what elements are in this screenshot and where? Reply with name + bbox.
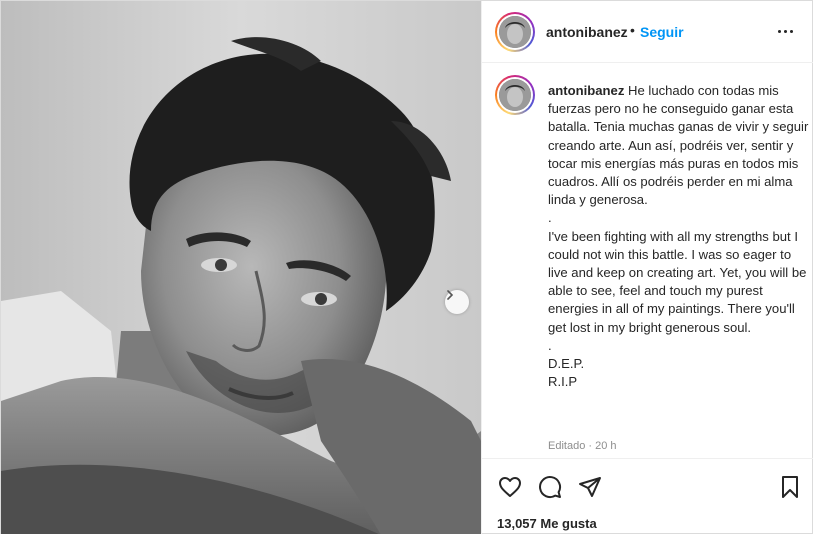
caption-username[interactable]: antonibanez <box>548 83 624 98</box>
chevron-right-icon <box>447 290 454 300</box>
post-header: antonibanez • Seguir <box>482 1 813 63</box>
save-button[interactable] <box>778 475 802 499</box>
next-photo-button[interactable] <box>445 290 469 314</box>
post-caption: antonibanez He luchado con todas mis fue… <box>548 82 810 391</box>
action-bar <box>482 471 813 503</box>
heart-icon <box>499 477 521 497</box>
share-button[interactable] <box>578 475 602 499</box>
separator-dot: • <box>630 22 635 38</box>
post-photo[interactable] <box>1 1 481 534</box>
more-options-icon[interactable] <box>778 23 798 39</box>
send-icon <box>579 477 601 497</box>
instagram-post: antonibanez • Seguir antonibanez He luch… <box>0 0 813 534</box>
author-avatar[interactable] <box>495 12 535 52</box>
author-username[interactable]: antonibanez <box>546 24 628 40</box>
post-sidebar: antonibanez • Seguir antonibanez He luch… <box>481 1 813 534</box>
portrait-photo <box>1 1 481 534</box>
comments-section: antonibanez He luchado con todas mis fue… <box>482 63 813 459</box>
caption-avatar[interactable] <box>495 75 535 115</box>
avatar-image <box>499 16 531 48</box>
follow-button[interactable]: Seguir <box>640 24 684 40</box>
bookmark-icon <box>782 476 798 498</box>
edited-timestamp[interactable]: Editado · 20 h <box>548 440 617 452</box>
avatar-image <box>499 79 531 111</box>
caption-text: He luchado con todas mis fuerzas pero no… <box>548 83 809 390</box>
comment-button[interactable] <box>538 475 562 499</box>
likes-count[interactable]: 13,057 Me gusta <box>497 516 597 531</box>
comment-icon <box>539 476 562 499</box>
like-button[interactable] <box>498 475 522 499</box>
